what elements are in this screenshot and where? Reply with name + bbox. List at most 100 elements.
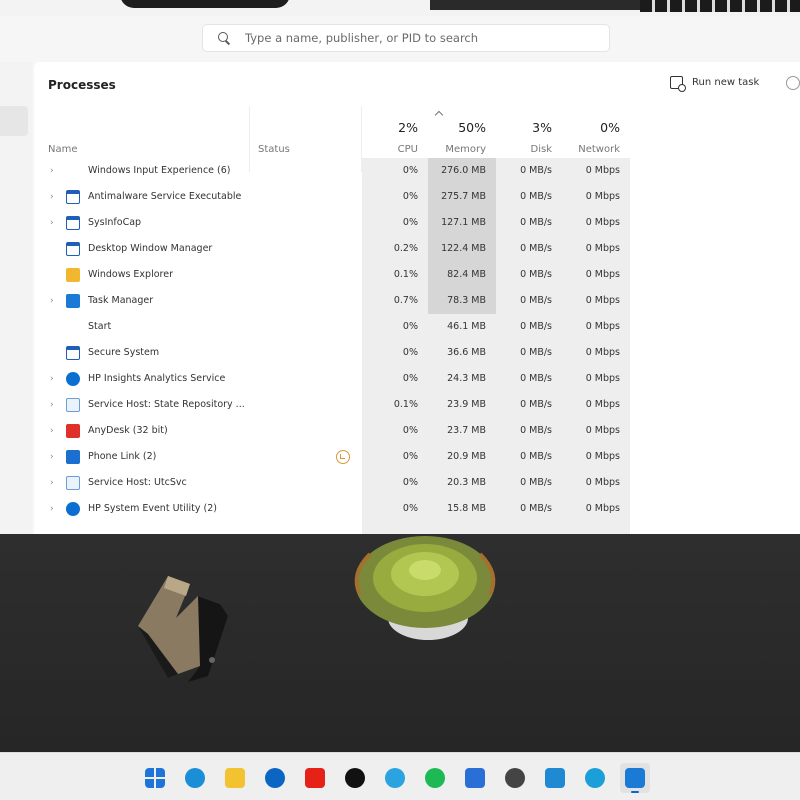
file-explorer-icon xyxy=(225,768,245,788)
taskbar-button-telegram[interactable] xyxy=(380,763,410,793)
start-icon xyxy=(145,768,165,788)
chevron-right-icon[interactable]: › xyxy=(50,392,60,418)
process-status xyxy=(250,184,362,210)
taskbar-button-hp[interactable] xyxy=(260,763,290,793)
table-row[interactable]: › HP System Event Utility (2) 0% 15.8 MB 0 M… xyxy=(34,496,634,522)
network-value: 0 Mbps xyxy=(585,191,620,202)
more-options-icon[interactable] xyxy=(786,76,800,90)
wallpaper-top xyxy=(0,0,800,16)
process-status xyxy=(250,314,362,340)
store-icon xyxy=(465,768,485,788)
table-row[interactable]: › Task Manager 0.7% 78.3 MB 0 MB/s 0 Mbps xyxy=(34,288,634,314)
chevron-right-icon[interactable]: › xyxy=(50,210,60,236)
taskbar-button-vscode[interactable] xyxy=(540,763,570,793)
service-host-icon xyxy=(66,398,80,412)
chevron-right-icon[interactable]: › xyxy=(50,366,60,392)
run-new-task-label: Run new task xyxy=(692,77,760,88)
process-status xyxy=(250,470,362,496)
table-row[interactable]: › Antimalware Service Executable 0% 275.7 M… xyxy=(34,184,634,210)
taskbar-button-task-manager[interactable] xyxy=(620,763,650,793)
process-name: Start xyxy=(88,321,112,332)
process-name: Task Manager xyxy=(88,295,154,306)
chevron-right-icon[interactable]: › xyxy=(50,470,60,496)
taskbar-button-youtube[interactable] xyxy=(300,763,330,793)
process-status xyxy=(250,262,362,288)
table-row[interactable]: Start 0% 46.1 MB 0 MB/s 0 Mbps xyxy=(34,314,634,340)
table-row[interactable]: › SysInfoCap 0% 127.1 MB 0 MB/s 0 Mbps xyxy=(34,210,634,236)
hp-icon xyxy=(66,372,80,386)
table-row[interactable]: › Service Host: UtcSvc 0% 20.3 MB 0 MB/s 0 Mb… xyxy=(34,470,634,496)
process-name: Phone Link (2) xyxy=(88,451,157,462)
taskbar-button-terminal-app[interactable] xyxy=(340,763,370,793)
taskbar-button-fingerprint[interactable] xyxy=(500,763,530,793)
table-row[interactable]: › Windows Input Experience (6) 0% 276.0 MB 0… xyxy=(34,158,634,184)
network-value: 0 Mbps xyxy=(585,425,620,436)
chevron-right-icon[interactable]: › xyxy=(50,184,60,210)
column-percent: 50% xyxy=(458,120,486,135)
chevron-right-icon[interactable]: › xyxy=(50,288,60,314)
memory-value: 20.3 MB xyxy=(447,477,486,488)
terminal-app-icon xyxy=(345,768,365,788)
table-row[interactable]: › AnyDesk (32 bit) 0% 23.7 MB 0 MB/s 0 Mbps xyxy=(34,418,634,444)
process-name: HP Insights Analytics Service xyxy=(88,373,226,384)
process-status xyxy=(250,366,362,392)
run-new-task-button[interactable]: Run new task xyxy=(670,76,760,92)
chevron-right-icon[interactable]: › xyxy=(50,496,60,522)
page-title: Processes xyxy=(48,78,116,92)
search-input[interactable] xyxy=(245,31,585,45)
search-box[interactable] xyxy=(202,24,610,52)
efficiency-mode-icon xyxy=(336,450,350,464)
teams-icon xyxy=(585,768,605,788)
table-row[interactable]: › Service Host: State Repository ... 0.1% 2… xyxy=(34,392,634,418)
memory-value: 78.3 MB xyxy=(447,295,486,306)
chevron-right-icon[interactable]: › xyxy=(50,418,60,444)
wallpaper-shape xyxy=(120,0,290,8)
taskbar-button-start[interactable] xyxy=(140,763,170,793)
cpu-value: 0% xyxy=(402,503,418,514)
table-row[interactable]: › HP Insights Analytics Service 0% 24.3 MB 0… xyxy=(34,366,634,392)
chevron-right-icon[interactable]: › xyxy=(50,444,60,470)
network-value: 0 Mbps xyxy=(585,347,620,358)
task-manager-icon xyxy=(625,768,645,788)
taskbar-button-file-explorer[interactable] xyxy=(220,763,250,793)
keyboard-image xyxy=(640,0,800,12)
app-window-icon xyxy=(66,346,80,360)
process-status xyxy=(250,158,362,184)
taskbar-apps xyxy=(140,763,650,793)
process-name: Secure System xyxy=(88,347,160,358)
service-host-icon xyxy=(66,476,80,490)
table-row[interactable]: Desktop Window Manager 0.2% 122.4 MB 0 MB/s… xyxy=(34,236,634,262)
cpu-value: 0.1% xyxy=(393,399,418,410)
app-window-icon xyxy=(66,190,80,204)
run-task-icon xyxy=(670,76,686,92)
column-label: Name xyxy=(48,144,78,155)
table-row[interactable]: › Phone Link (2) 0% 20.9 MB 0 MB/s 0 Mbps xyxy=(34,444,634,470)
left-nav xyxy=(0,62,32,534)
table-row[interactable]: Windows Explorer 0.1% 82.4 MB 0 MB/s 0 Mbps xyxy=(34,262,634,288)
column-label: CPU xyxy=(397,144,418,155)
nav-item-processes[interactable] xyxy=(0,106,28,136)
taskbar-button-store[interactable] xyxy=(460,763,490,793)
process-name: Service Host: UtcSvc xyxy=(88,477,187,488)
anydesk-icon xyxy=(66,424,80,438)
column-label: Memory xyxy=(445,144,486,155)
fingerprint-icon xyxy=(505,768,525,788)
process-status xyxy=(250,340,362,366)
column-percent: 0% xyxy=(600,120,620,135)
chevron-right-icon[interactable]: › xyxy=(50,158,60,184)
cpu-value: 0% xyxy=(402,373,418,384)
cpu-value: 0% xyxy=(402,425,418,436)
process-name: Windows Explorer xyxy=(88,269,173,280)
cpu-value: 0% xyxy=(402,321,418,332)
taskbar-button-spotify[interactable] xyxy=(420,763,450,793)
column-label: Status xyxy=(258,144,290,155)
taskbar-button-edge[interactable] xyxy=(180,763,210,793)
process-name: HP System Event Utility (2) xyxy=(88,503,217,514)
vscode-icon xyxy=(545,768,565,788)
taskbar-button-teams[interactable] xyxy=(580,763,610,793)
table-row[interactable]: Secure System 0% 36.6 MB 0 MB/s 0 Mbps xyxy=(34,340,634,366)
process-status xyxy=(250,418,362,444)
disk-value: 0 MB/s xyxy=(520,165,552,176)
edge-icon xyxy=(185,768,205,788)
disk-value: 0 MB/s xyxy=(520,191,552,202)
